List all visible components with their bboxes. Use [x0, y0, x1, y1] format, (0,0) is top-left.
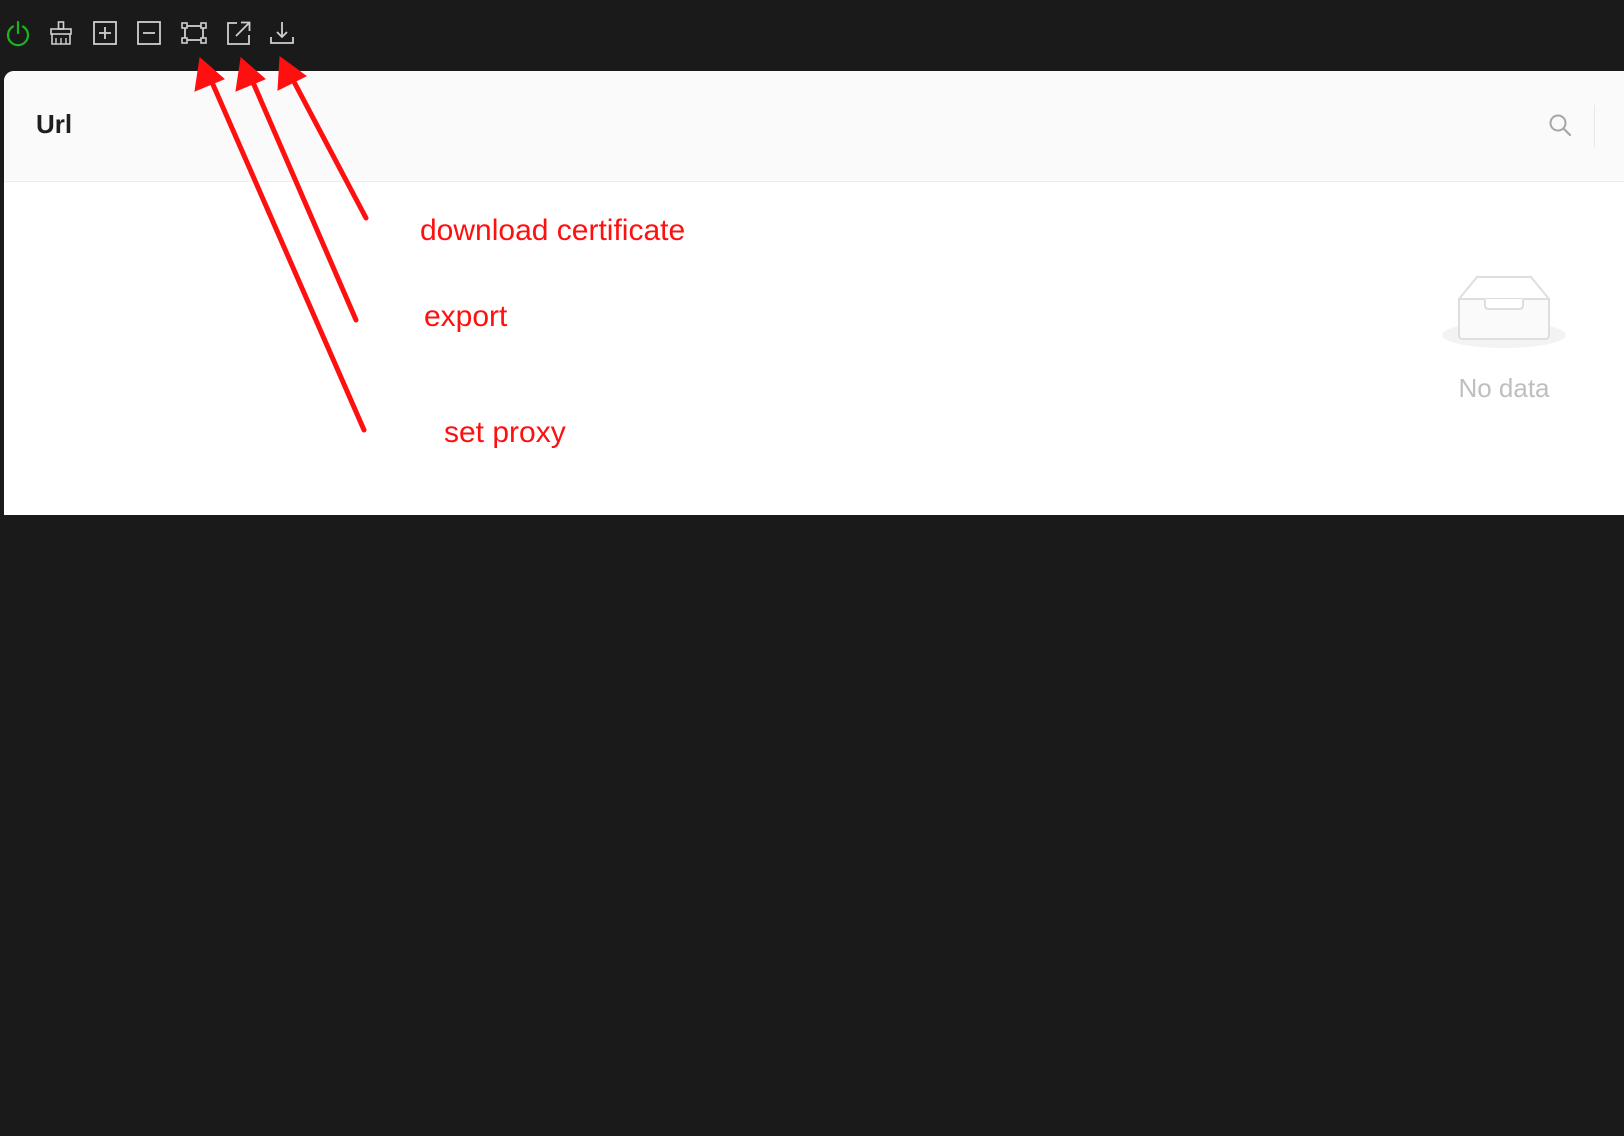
proxy-frame-icon: [181, 22, 207, 44]
empty-inbox-icon: [1442, 276, 1566, 348]
set-proxy-button[interactable]: [179, 18, 209, 48]
empty-state-text: No data: [1458, 373, 1550, 403]
download-certificate-button[interactable]: [267, 18, 297, 48]
export-button[interactable]: [223, 18, 253, 48]
column-header-url[interactable]: Url: [36, 109, 72, 140]
request-table: Url No data: [4, 71, 1624, 515]
download-icon: [270, 22, 294, 44]
broom-clear-icon: [50, 21, 72, 45]
annotation-set-proxy: set proxy: [444, 416, 566, 449]
annotation-export: export: [424, 300, 508, 333]
annotation-download-certificate: download certificate: [420, 214, 686, 247]
collapse-all-button[interactable]: [134, 18, 164, 48]
expand-all-button[interactable]: [90, 18, 120, 48]
column-search-button[interactable]: [1542, 107, 1578, 143]
table-header: Url: [4, 71, 1624, 182]
export-icon: [227, 21, 251, 45]
search-icon: [1549, 114, 1572, 137]
column-divider: [1594, 105, 1595, 147]
minus-square-icon: [137, 21, 161, 45]
power-button[interactable]: [3, 18, 33, 48]
plus-square-icon: [93, 21, 117, 45]
empty-state: No data: [1434, 271, 1574, 404]
toolbar: [0, 0, 1624, 70]
power-icon: [6, 20, 30, 47]
clear-button[interactable]: [46, 18, 76, 48]
